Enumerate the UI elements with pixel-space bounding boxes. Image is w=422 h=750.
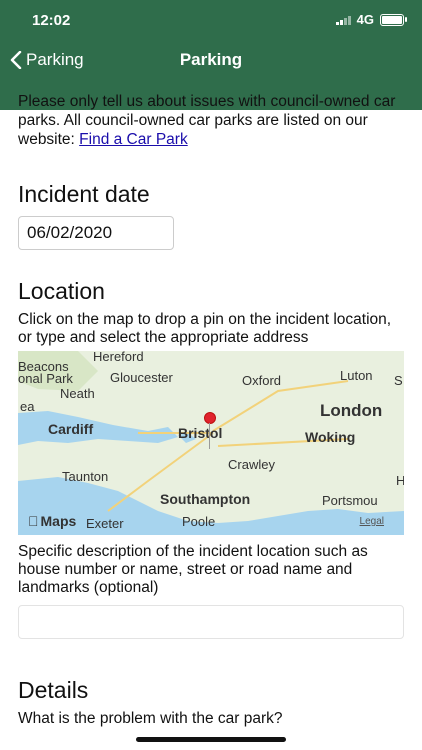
apple-icon:  bbox=[28, 513, 39, 529]
details-label: Details bbox=[18, 677, 89, 703]
map-place-label: Cardiff bbox=[48, 421, 94, 437]
signal-icon bbox=[336, 15, 351, 25]
map-pin-icon bbox=[204, 412, 216, 424]
maps-logo:  Maps bbox=[28, 513, 76, 529]
map-place-label: ea bbox=[20, 399, 35, 414]
map-place-label: Neath bbox=[60, 386, 95, 401]
map-place-label: Southampton bbox=[160, 491, 251, 507]
intro-text: Please only tell us about issues with co… bbox=[18, 92, 404, 149]
location-help-text: Click on the map to drop a pin on the in… bbox=[18, 311, 392, 346]
map-place-label: Crawley bbox=[228, 457, 275, 472]
incident-date-field[interactable]: 06/02/2020 bbox=[18, 216, 174, 250]
map-place-label: Poole bbox=[182, 514, 216, 529]
map-place-label: Hereford bbox=[93, 351, 144, 364]
map-pin-stick bbox=[209, 423, 210, 449]
map-legal-link[interactable]: Legal bbox=[360, 516, 384, 527]
location-label: Location bbox=[18, 278, 105, 304]
map-place-label: Taunton bbox=[62, 469, 109, 484]
status-time: 12:02 bbox=[32, 12, 71, 29]
nav-bar: Parking Parking bbox=[0, 40, 422, 80]
map-place-label: Luton bbox=[340, 368, 373, 383]
details-question: What is the problem with the car park? bbox=[18, 710, 283, 727]
location-map[interactable]: Hereford Beacons onal Park Gloucester Ox… bbox=[18, 351, 404, 535]
map-place-label: Oxford bbox=[242, 373, 282, 388]
map-place-label: Gloucester bbox=[110, 370, 173, 385]
map-place-label: Woking bbox=[305, 429, 356, 445]
battery-icon bbox=[380, 13, 407, 26]
map-place-label: S bbox=[394, 373, 403, 388]
map-place-label: Bristol bbox=[178, 425, 223, 441]
location-description-help: Specific description of the incident loc… bbox=[18, 543, 368, 596]
location-description-input[interactable] bbox=[18, 605, 404, 639]
page-title: Parking bbox=[179, 50, 243, 69]
status-icons: 4G bbox=[336, 12, 407, 27]
form-content: Please only tell us about issues with co… bbox=[0, 92, 422, 728]
home-indicator bbox=[136, 737, 286, 742]
map-place-label: onal Park bbox=[18, 371, 73, 386]
map-place-label: Exeter bbox=[86, 516, 124, 531]
intro-body: Please only tell us about issues with co… bbox=[18, 93, 396, 148]
incident-date-label: Incident date bbox=[18, 181, 150, 207]
map-place-label: Portsmou bbox=[322, 493, 378, 508]
find-car-park-link[interactable]: Find a Car Park bbox=[79, 131, 188, 148]
map-place-label: H bbox=[396, 473, 404, 488]
maps-brand-label: Maps bbox=[30, 513, 77, 529]
map-place-label: London bbox=[320, 401, 383, 420]
network-label: 4G bbox=[356, 12, 374, 27]
